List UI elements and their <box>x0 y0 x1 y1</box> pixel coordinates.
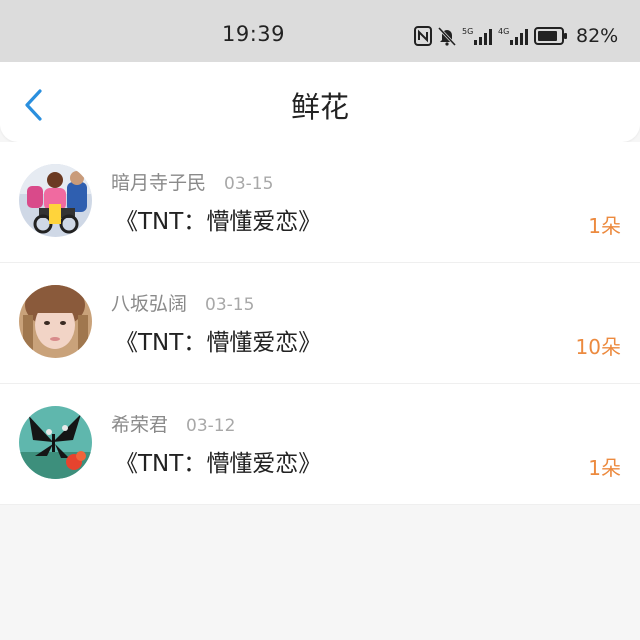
item-meta: 暗月寺子民 03-15 <box>111 168 273 195</box>
flower-list: 暗月寺子民 03-15 《TNT：懵懂爱恋》 1朵 八坂弘阔 03-15 《TN… <box>0 142 640 505</box>
gift-name: 《TNT：懵懂爱恋》 <box>115 330 322 356</box>
list-item[interactable]: 暗月寺子民 03-15 《TNT：懵懂爱恋》 1朵 <box>0 142 640 263</box>
avatar[interactable] <box>19 164 92 237</box>
item-meta: 八坂弘阔 03-15 <box>111 289 254 316</box>
avatar[interactable] <box>19 406 92 479</box>
status-time: 19:39 <box>222 22 286 46</box>
status-bar: 19:39 5G 4G 82% <box>0 0 640 62</box>
user-name[interactable]: 希荣君 <box>111 410 168 437</box>
user-name[interactable]: 暗月寺子民 <box>111 168 206 195</box>
gift-count: 1朵 <box>588 214 621 238</box>
status-icons: 5G 4G 82% <box>414 24 618 48</box>
header: 鲜花 <box>0 62 640 142</box>
page-title: 鲜花 <box>290 90 349 124</box>
battery-icon <box>534 27 567 45</box>
gift-count: 10朵 <box>575 335 621 359</box>
battery-percent: 82% <box>576 25 619 47</box>
item-date: 03-15 <box>224 174 274 194</box>
list-item[interactable]: 八坂弘阔 03-15 《TNT：懵懂爱恋》 10朵 <box>0 263 640 384</box>
mute-icon <box>438 26 456 46</box>
avatar[interactable] <box>19 285 92 358</box>
signal-4g-label: 4G <box>498 27 509 36</box>
item-date: 03-15 <box>205 295 255 315</box>
signal-4g-icon: 4G <box>498 27 528 45</box>
user-name[interactable]: 八坂弘阔 <box>111 289 187 316</box>
gift-name: 《TNT：懵懂爱恋》 <box>115 451 322 477</box>
item-date: 03-12 <box>186 416 236 436</box>
signal-5g-label: 5G <box>462 27 473 36</box>
item-meta: 希荣君 03-12 <box>111 410 235 437</box>
nfc-icon <box>414 26 432 46</box>
signal-5g-icon: 5G <box>462 27 492 45</box>
gift-count: 1朵 <box>588 456 621 480</box>
gift-name: 《TNT：懵懂爱恋》 <box>115 209 322 235</box>
list-item[interactable]: 希荣君 03-12 《TNT：懵懂爱恋》 1朵 <box>0 384 640 505</box>
